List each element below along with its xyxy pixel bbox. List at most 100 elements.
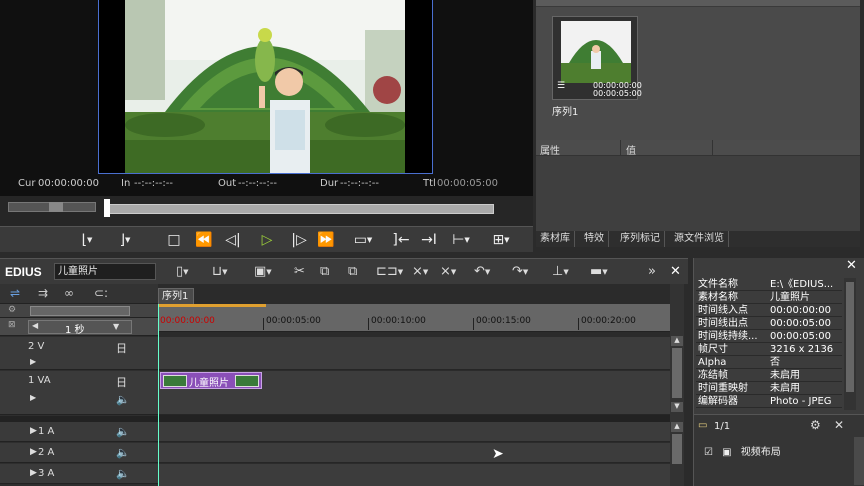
fast-forward-button[interactable]: ⏩: [314, 230, 338, 250]
cur-timecode: 00:00:00:00: [38, 178, 100, 189]
tab-effects[interactable]: 特效: [580, 231, 609, 247]
settings-icon[interactable]: ⚙: [810, 418, 821, 432]
scale-left-arrow[interactable]: ◀: [32, 321, 38, 330]
sequence-label: 序列1: [552, 107, 579, 118]
expand-icon[interactable]: ▶: [30, 447, 37, 457]
checkbox-icon[interactable]: ☑: [704, 447, 713, 458]
tab-sequence-markers[interactable]: 序列标记: [616, 231, 665, 247]
settings-icon[interactable]: ⚙: [8, 305, 16, 315]
stop-button[interactable]: □: [164, 230, 184, 250]
speaker-icon[interactable]: 🔈: [116, 467, 130, 480]
track-header-1va[interactable]: 1 VA 日 ▶ 🔈: [0, 371, 158, 415]
speaker-icon[interactable]: 🔈: [116, 446, 130, 459]
match-frame-button[interactable]: ⊢▼: [446, 230, 476, 250]
overwrite-to-timeline-button[interactable]: →I: [418, 230, 440, 250]
delete-effect-icon[interactable]: ✕: [834, 418, 844, 432]
info-key: 时间重映射: [698, 383, 748, 394]
zoom-slider[interactable]: [30, 306, 130, 316]
effects-scrollbar[interactable]: [854, 437, 864, 485]
new-button[interactable]: ▯▼: [176, 264, 189, 280]
scroll-down-icon[interactable]: ▼: [671, 402, 683, 412]
tab-source-browser[interactable]: 源文件浏览: [670, 231, 729, 247]
track-lane-2a[interactable]: [158, 443, 670, 463]
timeline-clip[interactable]: 儿童照片: [160, 372, 262, 389]
close-info-button[interactable]: ✕: [846, 258, 857, 273]
scroll-thumb[interactable]: [672, 348, 682, 398]
audio-scroll-thumb[interactable]: [672, 434, 682, 464]
track-header-1a[interactable]: ▶ 1 A 🔈: [0, 422, 158, 442]
info-row: 文件名称 E:\《EDIUS...: [696, 278, 842, 291]
link-mode-icon[interactable]: ∞: [64, 286, 74, 300]
dropdown-icon: ▼: [484, 268, 491, 276]
set-out-button[interactable]: ⌋▼: [110, 230, 140, 250]
link-button[interactable]: ⊏⊐▼: [376, 264, 403, 280]
more-tools-button[interactable]: »: [648, 264, 656, 280]
time-scale-dropdown[interactable]: ◀ 1 秒 ▼: [28, 320, 132, 336]
timeline-vertical-scrollbar[interactable]: ▲ ▼ ▲: [670, 284, 684, 486]
timeline-ruler[interactable]: 00:00:00:00 00:00:05:00 00:00:10:00 00:0…: [158, 304, 670, 332]
cut-button[interactable]: ✂: [294, 264, 305, 280]
insert-to-timeline-button[interactable]: ]←: [390, 230, 412, 250]
playhead-marker[interactable]: [104, 199, 110, 217]
paste-button[interactable]: ⧉: [348, 264, 357, 280]
effects-list-panel: ▭ 1/1 ⚙ ✕ ☑ ▣ 视频布局: [694, 414, 864, 486]
info-value: 否: [770, 357, 780, 368]
save-button[interactable]: ▣▼: [254, 264, 272, 280]
timeline-cursor[interactable]: [158, 304, 159, 486]
marker-button[interactable]: ⊥▼: [552, 264, 569, 280]
copy-button[interactable]: ⧉: [320, 264, 329, 280]
expand-icon[interactable]: ▶: [30, 426, 37, 436]
cur-label: Cur: [18, 178, 36, 189]
track-lane-1a[interactable]: [158, 422, 670, 442]
next-frame-button[interactable]: |▷: [288, 230, 310, 250]
set-in-button[interactable]: ⌊▼: [72, 230, 102, 250]
ripple-delete-button[interactable]: ⨯▼: [440, 264, 456, 280]
scroll-up-icon[interactable]: ▲: [671, 336, 683, 346]
play-button[interactable]: ▷: [256, 230, 278, 250]
track-header-2a[interactable]: ▶ 2 A 🔈: [0, 443, 158, 463]
split-icon[interactable]: ⇉: [38, 286, 48, 300]
position-bar[interactable]: [106, 204, 494, 214]
in-label: In: [121, 178, 131, 189]
shuttle-knob[interactable]: [49, 202, 63, 212]
redo-button[interactable]: ↷▼: [512, 264, 528, 280]
track-lane-3a[interactable]: [158, 464, 670, 486]
open-button[interactable]: ⊔▼: [212, 264, 228, 280]
in-out-range: [158, 304, 266, 307]
tab-asset-library[interactable]: 素材库: [536, 231, 575, 247]
export-button[interactable]: ⊞▼: [486, 230, 516, 250]
rewind-button[interactable]: ⏪: [192, 230, 216, 250]
sync-icon[interactable]: ⊂:: [94, 286, 108, 300]
delete-button[interactable]: ⨯▼: [412, 264, 428, 280]
chevron-right-icon: »: [648, 264, 656, 279]
undo-button[interactable]: ↶▼: [474, 264, 490, 280]
previous-frame-button[interactable]: ◁|: [222, 230, 244, 250]
info-scrollbar[interactable]: [844, 278, 856, 410]
effect-item-video-layout[interactable]: ☑ ▣ 视频布局: [704, 443, 781, 458]
expand-icon[interactable]: ▶: [30, 357, 36, 366]
info-scroll-thumb[interactable]: [846, 282, 854, 392]
track-lane-2v[interactable]: [158, 337, 670, 370]
mode-icon[interactable]: ⇌: [10, 286, 20, 300]
expand-icon[interactable]: ▶: [30, 393, 36, 402]
shuttle-slider[interactable]: [8, 202, 96, 212]
track-header-2v[interactable]: 2 V 日 ▶: [0, 337, 158, 370]
tab-sequence-1[interactable]: 序列1: [158, 288, 194, 304]
info-value: 00:00:05:00: [770, 331, 832, 342]
close-timeline-button[interactable]: ✕: [670, 264, 681, 280]
video-track-icon[interactable]: 日: [116, 340, 127, 356]
video-track-icon[interactable]: 日: [116, 374, 127, 390]
render-button[interactable]: ▬▼: [590, 264, 608, 280]
track-header-3a[interactable]: ▶ 3 A 🔈: [0, 464, 158, 484]
lock-icon[interactable]: ⊠: [8, 320, 16, 330]
timeline-toolbar: EDIUS 儿童照片 ▯▼ ⊔▼ ▣▼ ✂ ⧉ ⧉ ⊏⊐▼ ⨯▼ ⨯▼ ↶▼ ↷…: [0, 258, 688, 284]
expand-icon[interactable]: ▶: [30, 468, 37, 478]
play-loop-button[interactable]: ▭▼: [346, 230, 380, 250]
track-name: 3 A: [38, 468, 55, 479]
speaker-icon[interactable]: 🔈: [116, 393, 130, 406]
ruler-line: [578, 318, 579, 330]
project-name-field[interactable]: 儿童照片: [54, 263, 156, 280]
speaker-icon[interactable]: 🔈: [116, 425, 130, 438]
scroll-up-icon[interactable]: ▲: [671, 422, 683, 432]
sequence-thumbnail[interactable]: 00:00:00:00 00:00:05:00 ☰: [552, 16, 642, 100]
